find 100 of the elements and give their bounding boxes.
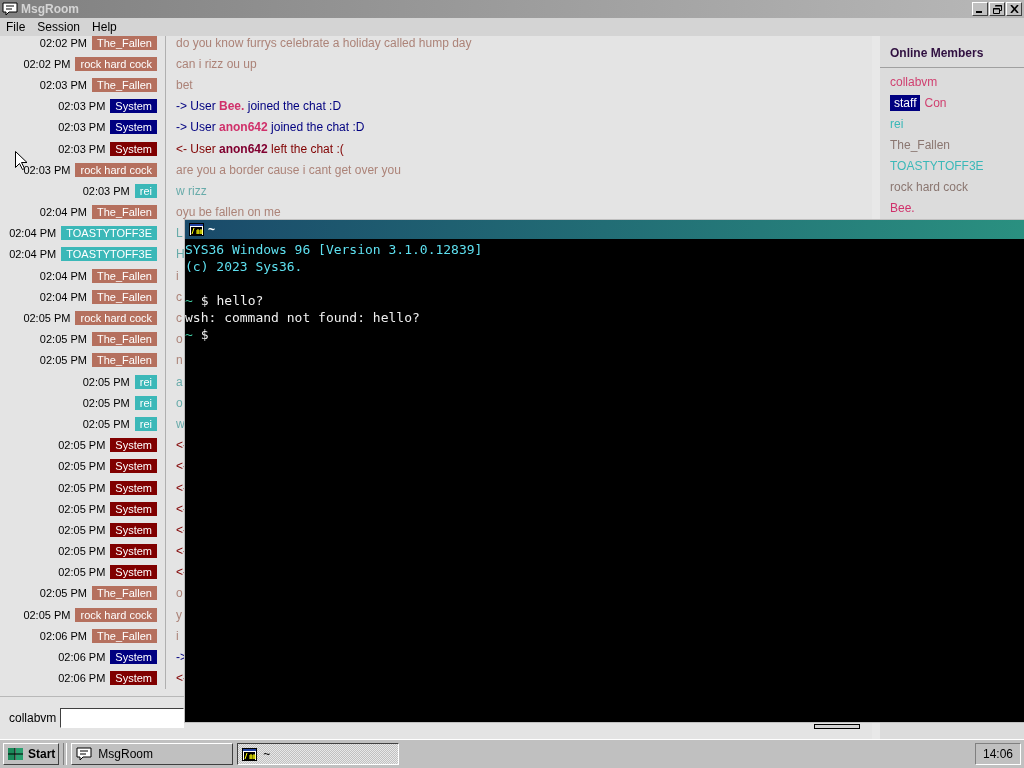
- message-time: 02:03 PM: [23, 163, 71, 176]
- message-time: 02:03 PM: [58, 100, 106, 113]
- message-time: 02:03 PM: [82, 184, 130, 197]
- message-text: -> User anon642 joined the chat :D: [176, 120, 365, 135]
- close-icon: [1009, 5, 1019, 13]
- sender-badge: The_Fallen: [91, 289, 157, 304]
- sender-badge: rei: [134, 374, 157, 389]
- taskbar-button[interactable]: ~: [237, 743, 400, 765]
- message-time: 02:05 PM: [23, 608, 71, 621]
- message-time: 02:06 PM: [39, 629, 87, 642]
- taskbar-button[interactable]: MsgRoom: [71, 743, 234, 765]
- menu-item[interactable]: Help: [86, 20, 123, 34]
- terminal-command: $: [200, 326, 209, 343]
- message-time: 02:03 PM: [58, 121, 106, 134]
- message-time: 02:06 PM: [58, 651, 106, 664]
- message-text: H: [176, 247, 185, 262]
- terminal-line: SYS36 Windows 96 [Version 3.1.0.12839]: [185, 241, 484, 258]
- message-time: 02:04 PM: [9, 227, 57, 240]
- sender-badge: TOASTYTOFF3E: [61, 226, 157, 241]
- message-text: o: [176, 586, 183, 601]
- member-name[interactable]: rock hard cock: [890, 180, 969, 194]
- sender-badge: System: [110, 120, 157, 135]
- sender-badge: rock hard cock: [75, 607, 157, 622]
- message-text: are you a border cause i cant get over you: [176, 162, 401, 177]
- message-text: i: [176, 628, 179, 643]
- chat-bubble-icon: [76, 747, 93, 761]
- message-text: can i rizz ou up: [176, 56, 257, 71]
- message-text: do you know furrys celebrate a holiday called hump day: [176, 36, 472, 50]
- minimize-button[interactable]: [972, 2, 988, 16]
- message-text: n: [176, 353, 183, 368]
- message-text: a: [176, 374, 183, 389]
- terminal-line: (c) 2023 Sys36.: [185, 258, 304, 275]
- clock: 14:06: [975, 743, 1021, 765]
- sender-badge: The_Fallen: [91, 353, 157, 368]
- message-text: w: [176, 416, 185, 431]
- message-time: 02:04 PM: [9, 248, 57, 261]
- sender-badge: rock hard cock: [75, 311, 157, 326]
- message-time: 02:05 PM: [82, 396, 130, 409]
- sender-badge: System: [110, 480, 157, 495]
- start-button[interactable]: Start: [3, 743, 60, 765]
- sender-badge: TOASTYTOFF3E: [61, 247, 157, 262]
- sender-badge: System: [110, 459, 157, 474]
- member-name[interactable]: collabvm: [890, 75, 938, 89]
- sender-badge: The_Fallen: [91, 205, 157, 220]
- message-time: 02:04 PM: [39, 206, 87, 219]
- terminal-command: $ hello?: [200, 292, 264, 309]
- menu-item[interactable]: File: [0, 20, 32, 34]
- terminal-icon: [189, 223, 204, 236]
- sender-badge: The_Fallen: [91, 586, 157, 601]
- message-input[interactable]: [60, 708, 185, 728]
- sender-badge: System: [110, 438, 157, 453]
- staff-badge: staff: [890, 95, 921, 111]
- message-time: 02:02 PM: [39, 36, 87, 49]
- message-time: 02:03 PM: [39, 78, 87, 91]
- message-text: w rizz: [176, 183, 207, 198]
- member-name[interactable]: The_Fallen: [890, 138, 951, 152]
- sender-badge: The_Fallen: [91, 268, 157, 283]
- message-text: -> User Bee. joined the chat :D: [176, 99, 342, 114]
- sender-badge: The_Fallen: [91, 77, 157, 92]
- prompt-path: ~: [185, 326, 193, 343]
- message-text: o: [176, 395, 183, 410]
- message-time: 02:05 PM: [58, 545, 106, 558]
- nickname-label: collabvm: [9, 711, 57, 725]
- message-time: 02:05 PM: [58, 523, 106, 536]
- close-button[interactable]: [1006, 2, 1022, 16]
- message-text: c: [176, 311, 182, 326]
- send-button[interactable]: [814, 724, 860, 729]
- sender-badge: rei: [134, 395, 157, 410]
- message-time: 02:03 PM: [58, 142, 106, 155]
- sender-badge: System: [110, 544, 157, 559]
- sender-badge: System: [110, 141, 157, 156]
- member-name[interactable]: Bee.: [890, 201, 915, 215]
- message-time: 02:05 PM: [39, 354, 87, 367]
- sender-badge: System: [110, 522, 157, 537]
- windows-logo-icon: [7, 746, 25, 762]
- prompt-path: ~: [185, 292, 193, 309]
- message-time: 02:05 PM: [58, 502, 106, 515]
- message-text: L: [176, 226, 183, 241]
- message-time: 02:05 PM: [58, 566, 106, 579]
- sender-badge: System: [110, 99, 157, 114]
- window-title: MsgRoom: [21, 2, 79, 16]
- message-time: 02:05 PM: [39, 587, 87, 600]
- message-time: 02:05 PM: [23, 312, 71, 325]
- message-time: 02:05 PM: [58, 481, 106, 494]
- message-text: i: [176, 268, 179, 283]
- message-text: c: [176, 289, 182, 304]
- message-text: oyu be fallen on me: [176, 205, 281, 220]
- sender-badge: rei: [134, 183, 157, 198]
- message-time: 02:05 PM: [82, 417, 130, 430]
- restore-button[interactable]: [989, 2, 1005, 16]
- sender-badge: System: [110, 650, 157, 665]
- terminal-icon: [242, 747, 258, 761]
- menu-item[interactable]: Session: [31, 20, 87, 34]
- member-name[interactable]: Con: [924, 96, 947, 110]
- sender-badge: The_Fallen: [91, 36, 157, 50]
- sender-badge: System: [110, 671, 157, 686]
- restore-icon: [992, 4, 1002, 14]
- sender-badge: The_Fallen: [91, 628, 157, 643]
- sender-badge: System: [110, 501, 157, 516]
- sender-badge: rock hard cock: [75, 56, 157, 71]
